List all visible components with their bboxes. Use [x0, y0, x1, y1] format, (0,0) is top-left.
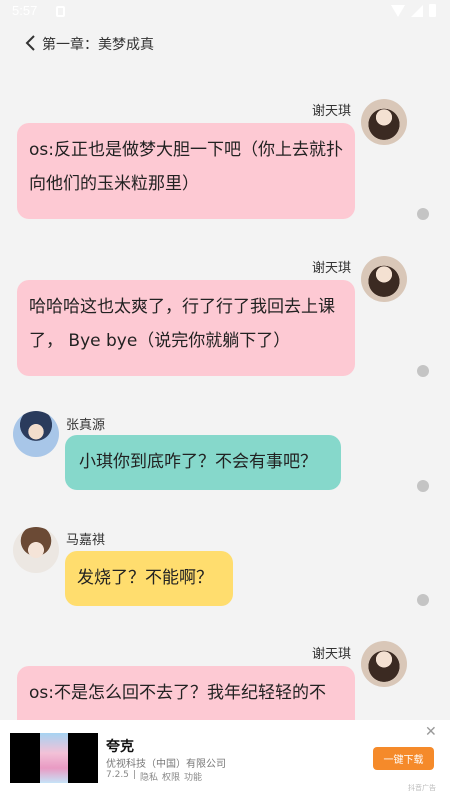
ad-download-button[interactable]: 一键下载: [373, 747, 434, 770]
message-bubble: 发烧了？不能啊？: [65, 551, 233, 606]
status-icons: [391, 4, 436, 17]
ad-privacy-link[interactable]: 隐私: [140, 770, 158, 783]
message-bubble: 小琪你到底咋了？不会有事吧？: [65, 435, 341, 490]
ad-image[interactable]: [10, 733, 98, 783]
message-status-dot: [417, 208, 429, 220]
close-icon[interactable]: ✕: [425, 724, 437, 740]
chapter-title[interactable]: 第一章：美梦成真: [42, 34, 154, 54]
ad-title[interactable]: 夸克: [106, 736, 134, 756]
signal-icon: [411, 4, 423, 17]
status-bar: 5:57: [0, 0, 450, 24]
avatar[interactable]: [13, 411, 59, 457]
battery-icon: [429, 4, 436, 17]
speaker-name: 谢天琪: [312, 104, 352, 119]
wifi-icon: [391, 4, 405, 17]
ad-image-thumbnail: [40, 733, 68, 783]
speaker-name: 马嘉祺: [66, 533, 106, 548]
back-button[interactable]: [20, 32, 40, 54]
avatar[interactable]: [361, 256, 407, 302]
speaker-name: 谢天琪: [312, 647, 352, 662]
notification-icon: [56, 6, 65, 17]
ad-company: 优视科技（中国）有限公司: [106, 759, 226, 770]
chevron-left-icon: [25, 35, 35, 51]
ad-meta-separator: |: [132, 770, 136, 780]
message-bubble: os:反正也是做梦大胆一下吧（你上去就扑向他们的玉米粒那里）: [17, 123, 355, 219]
ad-meta: 7.2.5 | 隐私 权限 功能: [106, 770, 202, 783]
ad-label: 抖音广告: [408, 784, 436, 792]
speaker-name: 谢天琪: [312, 261, 352, 276]
speaker-name: 张真源: [66, 418, 106, 433]
message-status-dot: [417, 480, 429, 492]
message-status-dot: [417, 365, 429, 377]
ad-version: 7.2.5: [106, 770, 129, 780]
header: 第一章：美梦成真: [0, 28, 450, 58]
ad-banner[interactable]: 夸克 优视科技（中国）有限公司 7.2.5 | 隐私 权限 功能 一键下载 ✕ …: [0, 720, 450, 800]
avatar[interactable]: [361, 99, 407, 145]
avatar[interactable]: [361, 641, 407, 687]
avatar[interactable]: [13, 527, 59, 573]
message-status-dot: [417, 594, 429, 606]
ad-features-link[interactable]: 功能: [184, 770, 202, 783]
message-bubble: 哈哈哈这也太爽了，行了行了我回去上课了， Bye bye（说完你就躺下了）: [17, 280, 355, 376]
status-time: 5:57: [12, 3, 38, 18]
ad-permissions-link[interactable]: 权限: [162, 770, 180, 783]
